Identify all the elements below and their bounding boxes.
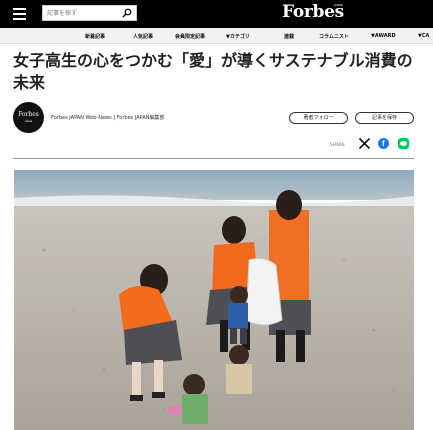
nav-award[interactable]: ▼AWARD [371, 33, 396, 39]
divider [13, 158, 414, 159]
article-photo [14, 170, 414, 430]
site-header: Forbes JAPAN [0, 0, 433, 28]
line-icon[interactable] [398, 138, 409, 149]
author-byline[interactable]: Forbes JAPAN Web-News | Forbes JAPAN編集部 [51, 114, 165, 121]
share-label: SHARE [330, 142, 346, 147]
nav-category[interactable]: ▼カテゴリ [226, 33, 250, 40]
author-avatar[interactable]: Forbes news [13, 102, 44, 133]
search-icon[interactable] [122, 8, 132, 18]
nav-new[interactable]: 新着記事 [85, 33, 105, 40]
search-box[interactable] [42, 5, 137, 21]
article-title: 女子高生の心をつかむ「愛」が導くサステナブル消費の未来 [13, 51, 413, 92]
nav-popular[interactable]: 人気記事 [133, 33, 153, 40]
category-nav: 新着記事 人気記事 会員限定記事 ▼カテゴリ 連載 コラムニスト ▼AWARD … [0, 28, 433, 44]
follow-author-button[interactable]: 著者フォロー [289, 112, 348, 124]
x-icon[interactable] [358, 137, 371, 150]
facebook-icon[interactable]: f [378, 138, 389, 149]
nav-more[interactable]: ▼CA [418, 33, 429, 39]
save-article-button[interactable]: 記事を保存 [355, 112, 414, 124]
nav-columnists[interactable]: コラムニスト [319, 33, 349, 40]
avatar-sub: news [24, 118, 33, 123]
search-input[interactable] [47, 7, 117, 20]
nav-members[interactable]: 会員限定記事 [175, 33, 205, 40]
nav-series[interactable]: 連載 [284, 33, 294, 40]
logo-sub: JAPAN [334, 3, 343, 7]
menu-icon[interactable] [13, 8, 26, 20]
